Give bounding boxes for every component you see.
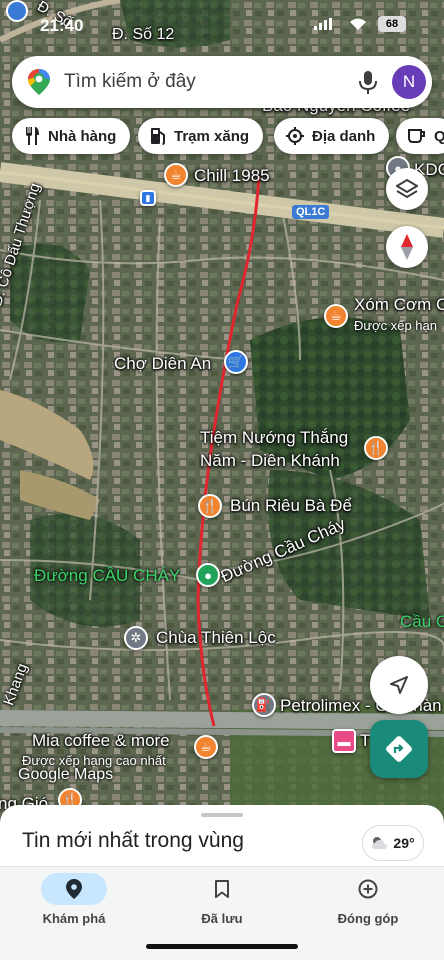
place-rating-xom-com: Được xếp hạn (354, 318, 437, 333)
nav-tab-explore[interactable]: Khám phá (14, 873, 134, 933)
layers-button[interactable] (386, 168, 428, 210)
layers-icon (396, 178, 418, 199)
status-bar: 21:40 68 (0, 0, 444, 50)
nav-tab-saved[interactable]: Đã lưu (162, 873, 282, 933)
navigation-arrow-icon (390, 676, 408, 694)
compass-icon (401, 234, 413, 260)
sheet-title: Tin mới nhất trong vùng (22, 829, 244, 852)
directions-button[interactable] (370, 720, 428, 778)
cafe-icon (408, 129, 425, 143)
restaurant-pin-icon[interactable]: 🍴 (364, 436, 388, 460)
road-label-cau-chay-main: Đường CẦU CHÁY (34, 566, 181, 585)
weather-chip[interactable]: 29° (362, 825, 424, 861)
gas-station-icon (151, 128, 165, 145)
place-label-bun-rieu[interactable]: Bún Riêu Bà Để (230, 496, 352, 516)
battery-level: 68 (378, 16, 406, 32)
add-circle-icon (358, 879, 378, 899)
cafe-pin-icon[interactable]: ☕ (324, 304, 348, 328)
avatar[interactable]: N (392, 65, 426, 99)
place-label-tiem-nuong-2[interactable]: Năm - Diên Khánh (200, 451, 340, 471)
place-label-cau-right: Cầu C (400, 612, 444, 631)
google-maps-attribution: Google Maps (18, 766, 114, 783)
chip-label: Nhà hàng (48, 127, 117, 145)
nav-label: Khám phá (42, 911, 106, 926)
compass-button[interactable] (386, 226, 428, 268)
location-pin-icon (66, 879, 82, 899)
place-label-chill[interactable]: Chill 1985 (194, 166, 270, 186)
status-time: 21:40 (40, 16, 84, 35)
search-bar[interactable]: Tìm kiếm ở đây N (12, 56, 432, 108)
temperature: 29° (393, 835, 415, 851)
parking-icon (6, 0, 28, 22)
place-label-chua-thien-loc[interactable]: Chùa Thiên Lộc (156, 628, 276, 648)
chip-gas-stations[interactable]: Trạm xăng (138, 118, 264, 154)
search-input[interactable]: Tìm kiếm ở đây (64, 71, 196, 93)
nav-tab-contribute[interactable]: Đóng góp (308, 873, 428, 933)
cafe-pin-icon[interactable]: ☕ (194, 735, 218, 759)
place-label-xom-com[interactable]: Xóm Cơm C (354, 295, 444, 315)
highway-badge-ql1c: QL1C (292, 205, 330, 219)
bus-stop-icon[interactable]: ▮ (140, 190, 156, 206)
fork-knife-icon (26, 127, 39, 145)
chip-label: Q (434, 127, 444, 145)
chip-label: Trạm xăng (174, 127, 250, 145)
bookmark-icon (215, 880, 229, 898)
chip-label: Địa danh (312, 127, 376, 145)
location-pin-icon[interactable]: ● (196, 563, 220, 587)
weather-cloud-icon (372, 837, 388, 849)
gas-station-pin-icon[interactable]: ⛽ (252, 693, 276, 717)
signal-icon (314, 18, 332, 30)
microphone-icon[interactable] (356, 69, 380, 95)
home-indicator[interactable] (146, 944, 298, 949)
google-maps-logo-icon (28, 69, 50, 95)
place-label-tiem-nuong-1[interactable]: Tiệm Nướng Thắng (200, 428, 348, 448)
cafe-pin-icon[interactable]: ☕ (164, 163, 188, 187)
chip-restaurants[interactable]: Nhà hàng (12, 118, 131, 154)
chip-landmarks[interactable]: Địa danh (274, 118, 390, 154)
landmark-icon (286, 127, 304, 145)
sheet-handle[interactable] (201, 813, 243, 817)
nav-label: Đóng góp (337, 911, 399, 926)
restaurant-pin-icon[interactable]: 🍴 (198, 494, 222, 518)
chip-cafes[interactable]: Q (396, 118, 444, 154)
my-location-button[interactable] (370, 656, 428, 714)
place-label-mia-coffee[interactable]: Mia coffee & more (32, 731, 170, 751)
place-label-cho-dien-an[interactable]: Chợ Diên An (114, 354, 211, 374)
shopping-cart-icon[interactable]: 🛒 (224, 350, 248, 374)
temple-pin-icon[interactable]: ✲ (124, 626, 148, 650)
bottom-sheet[interactable]: Tin mới nhất trong vùng 29° (0, 805, 444, 875)
directions-icon (386, 736, 412, 762)
nav-label: Đã lưu (201, 911, 243, 926)
wifi-icon (350, 18, 366, 30)
hotel-pin-icon[interactable]: ▬ (332, 729, 356, 753)
